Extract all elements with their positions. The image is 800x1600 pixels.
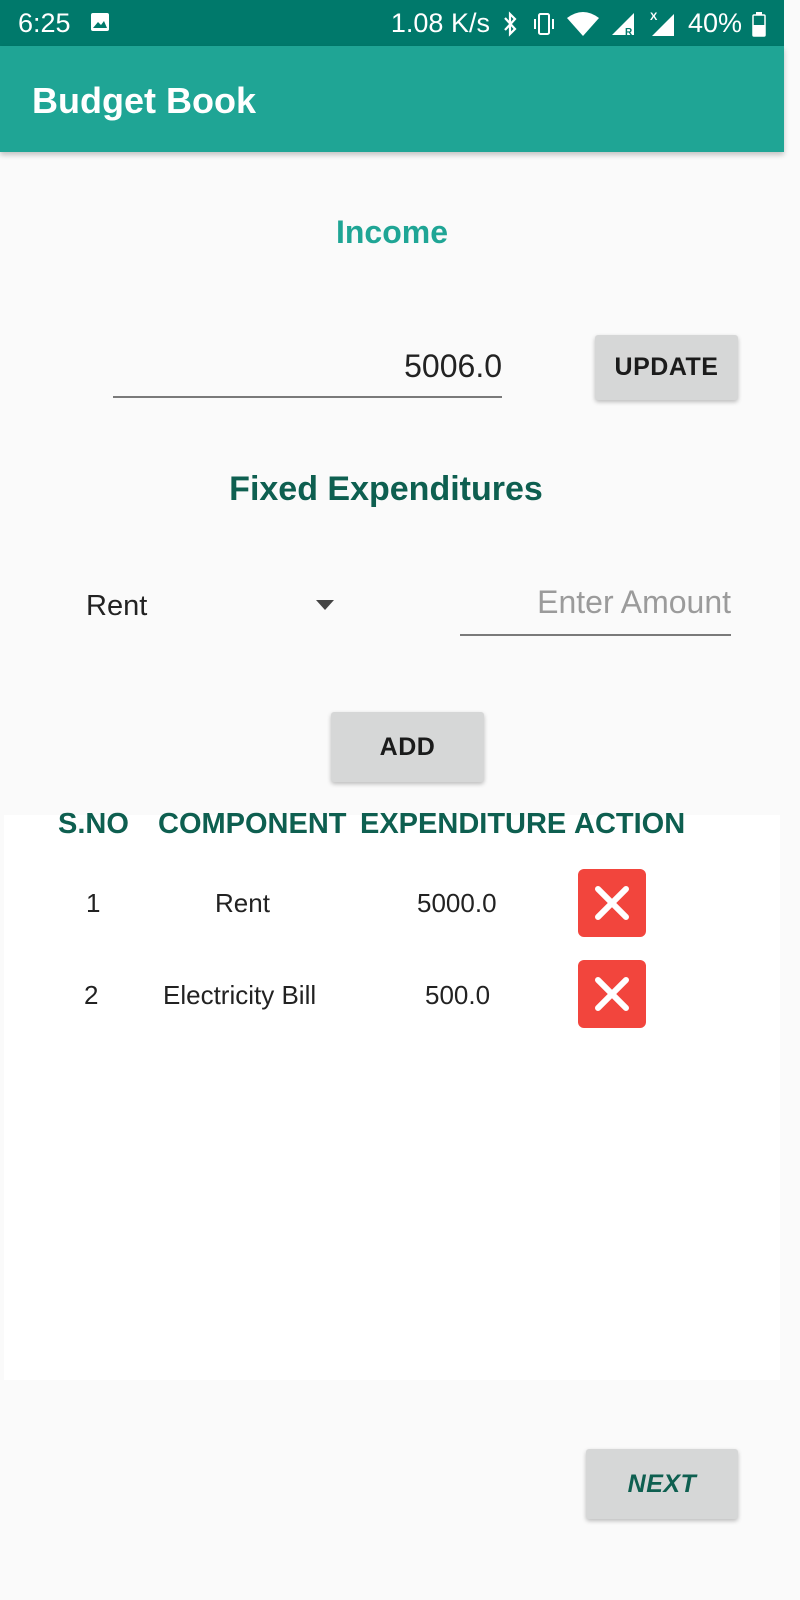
row-expenditure: 500.0 (425, 980, 491, 1010)
header-action: ACTION (574, 808, 686, 840)
header-expenditure: EXPENDITURE (360, 808, 567, 840)
app-title: Budget Book (32, 80, 256, 121)
signal-roaming-icon: R (611, 12, 634, 37)
bluetooth-icon (504, 10, 517, 37)
vibrate-icon (533, 12, 554, 35)
update-button[interactable]: UPDATE (595, 335, 738, 400)
row-component: Electricity Bill (163, 980, 317, 1010)
expenditure-table (4, 815, 780, 1380)
header-sno: S.NO (58, 808, 129, 840)
row-expenditure: 5000.0 (417, 888, 497, 918)
row-sno: 1 (86, 888, 101, 918)
status-time: 6:25 (18, 8, 71, 38)
income-input[interactable]: 5006.0 (113, 340, 502, 398)
income-heading: Income (335, 214, 449, 250)
roaming-mark: R (625, 27, 633, 37)
wifi-icon (566, 11, 599, 36)
amount-field (460, 576, 731, 636)
image-notification-icon (91, 13, 109, 31)
component-selected: Rent (86, 590, 148, 622)
next-button[interactable]: NEXT (586, 1449, 738, 1519)
income-value: 5006.0 (404, 348, 502, 384)
close-icon (595, 886, 629, 920)
fixed-expenditures-heading: Fixed Expenditures (229, 470, 543, 508)
row-sno: 2 (84, 980, 99, 1010)
app-bar: Budget Book (0, 46, 784, 152)
battery-percent: 40% (687, 8, 742, 38)
delete-row-button[interactable] (578, 960, 646, 1028)
row-component: Rent (215, 888, 270, 918)
add-button[interactable]: ADD (331, 712, 484, 782)
status-bar: 6:25 1.08 K/s R X 40% (0, 0, 784, 46)
amount-input[interactable] (460, 576, 731, 628)
data-mark: X (650, 11, 658, 23)
component-dropdown[interactable]: Rent (86, 582, 346, 634)
status-icons: 1.08 K/s R X 40% (391, 8, 766, 39)
net-speed: 1.08 K/s (390, 8, 490, 38)
delete-row-button[interactable] (578, 869, 646, 937)
battery-icon (752, 11, 766, 37)
close-icon (595, 977, 629, 1011)
header-component: COMPONENT (158, 808, 347, 840)
signal-no-data-icon: X (650, 11, 674, 36)
dropdown-caret-icon (316, 600, 334, 610)
